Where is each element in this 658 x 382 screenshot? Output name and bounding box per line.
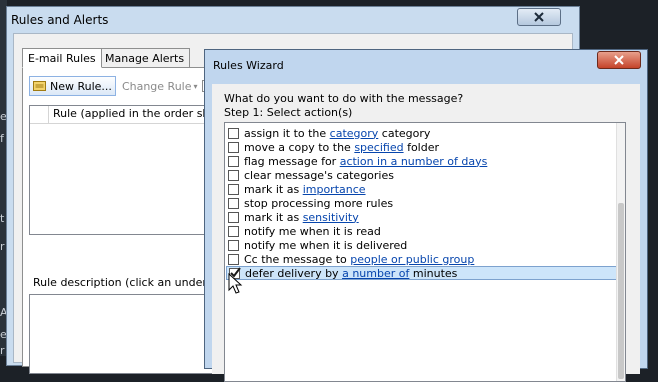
mouse-cursor-icon [228, 273, 243, 294]
action-item[interactable]: clear message's categories [226, 168, 394, 182]
action-link[interactable]: importance [303, 183, 366, 196]
new-rule-button[interactable]: New Rule... [29, 76, 116, 96]
action-text: mark it as [244, 182, 303, 196]
action-item[interactable]: stop processing more rules [226, 196, 393, 210]
close-button[interactable] [597, 51, 641, 69]
action-item[interactable]: mark it as sensitivity [226, 210, 359, 224]
action-checkbox[interactable] [228, 239, 239, 251]
action-checkbox[interactable] [228, 155, 239, 167]
action-text: clear message's categories [244, 168, 394, 182]
wizard-step-label: Step 1: Select action(s) [224, 106, 353, 119]
window-title: Rules Wizard [213, 59, 284, 72]
action-text: notify me when it is read [244, 224, 381, 238]
action-text-suffix: minutes [409, 266, 458, 280]
action-item[interactable]: mark it as importance [226, 182, 366, 196]
action-item[interactable]: assign it to the category category [226, 126, 430, 140]
action-item-selected[interactable]: defer delivery by a number of minutes [226, 266, 618, 280]
action-text: notify me when it is delivered [244, 238, 408, 252]
action-text: flag message for [244, 154, 340, 168]
checkbox-column-header [30, 106, 49, 123]
action-text: assign it to the [244, 126, 330, 140]
action-checkbox[interactable] [228, 211, 239, 223]
action-checkbox[interactable] [228, 225, 239, 237]
action-text-suffix: folder [403, 140, 440, 154]
action-link[interactable]: people or public group [350, 253, 474, 266]
tab-email-rules[interactable]: E-mail Rules [22, 48, 102, 68]
wizard-body: What do you want to do with the message?… [212, 84, 640, 382]
actions-scrollbar[interactable] [616, 123, 625, 381]
close-icon [614, 55, 624, 65]
background-letter: r [0, 240, 5, 253]
action-checkbox[interactable] [228, 141, 239, 153]
new-rule-icon [33, 81, 46, 91]
action-link[interactable]: a number of [342, 267, 409, 280]
action-text: mark it as [244, 210, 303, 224]
background-letter: t [0, 212, 5, 225]
action-link[interactable]: category [330, 127, 379, 140]
action-text: Cc the message to [244, 252, 351, 266]
action-text: move a copy to the [244, 140, 355, 154]
actions-list: assign it to the category category move … [224, 122, 626, 382]
action-item[interactable]: Cc the message to people or public group [226, 252, 474, 266]
scrollbar-thumb[interactable] [618, 203, 624, 379]
action-item[interactable]: notify me when it is delivered [226, 238, 407, 252]
action-checkbox[interactable] [228, 253, 239, 265]
background-letter: f [0, 132, 4, 145]
tab-manage-alerts[interactable]: Manage Alerts [99, 48, 191, 68]
action-checkbox[interactable] [228, 197, 239, 209]
change-rule-button[interactable]: Change Rule ▾ [122, 80, 210, 93]
new-rule-label: New Rule... [50, 79, 112, 93]
action-link[interactable]: action in a number of days [340, 155, 488, 168]
action-checkbox[interactable] [228, 169, 239, 181]
close-icon [534, 12, 544, 22]
action-text: stop processing more rules [244, 196, 394, 210]
action-checkbox[interactable] [228, 127, 239, 139]
window-title: Rules and Alerts [11, 13, 109, 27]
action-item[interactable]: move a copy to the specified folder [226, 140, 439, 154]
change-rule-label: Change Rule [121, 79, 192, 93]
rules-wizard-window: Rules Wizard What do you want to do with… [204, 49, 648, 382]
action-text: defer delivery by [245, 266, 343, 280]
action-link[interactable]: specified [354, 141, 403, 154]
rules-toolbar: New Rule... Change Rule ▾ [29, 76, 210, 96]
wizard-question: What do you want to do with the message? [224, 92, 464, 105]
action-checkbox[interactable] [228, 183, 239, 195]
background-letter: r [0, 344, 5, 357]
action-item[interactable]: flag message for action in a number of d… [226, 154, 487, 168]
action-link[interactable]: sensitivity [303, 211, 359, 224]
close-button[interactable] [517, 8, 561, 26]
chevron-down-icon: ▾ [193, 81, 198, 91]
action-text-suffix: category [378, 126, 431, 140]
action-item[interactable]: notify me when it is read [226, 224, 381, 238]
